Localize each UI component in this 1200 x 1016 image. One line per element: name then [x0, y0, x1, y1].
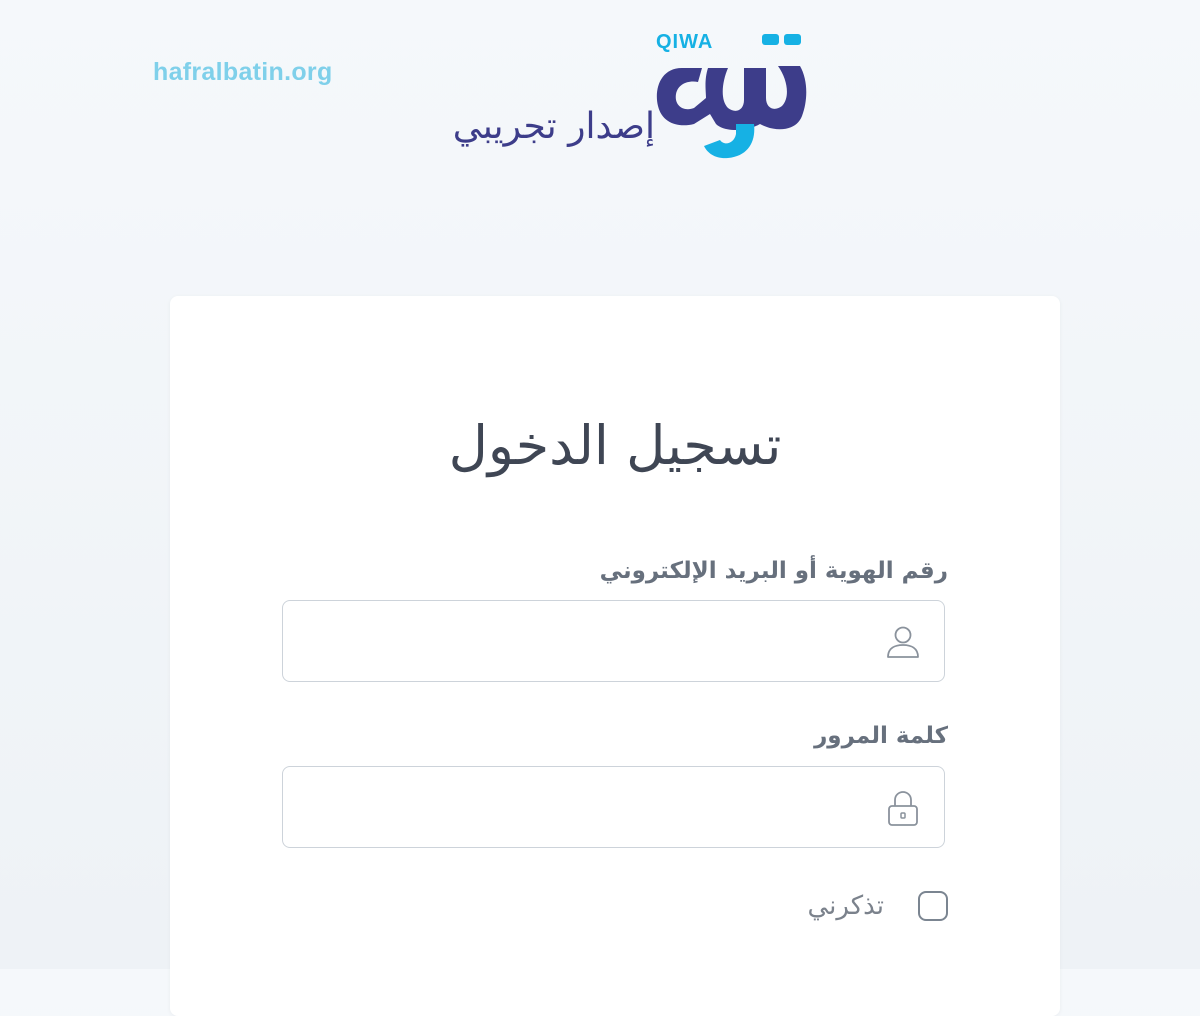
- password-field-label: كلمة المرور: [814, 723, 948, 749]
- remember-me-checkbox[interactable]: [918, 891, 948, 921]
- qiwa-logo: QIWA إصدار تجريبي: [410, 28, 820, 168]
- id-field-label: رقم الهوية أو البريد الإلكتروني: [599, 558, 948, 584]
- logo-subtitle: إصدار تجريبي: [452, 106, 655, 147]
- password-input[interactable]: [301, 767, 865, 849]
- logo-latin-text: QIWA: [656, 31, 714, 53]
- watermark-text: hafralbatin.org: [153, 58, 333, 86]
- password-field-container[interactable]: [282, 766, 945, 849]
- user-icon: [887, 626, 919, 658]
- login-card: تسجيل الدخول رقم الهوية أو البريد الإلكت…: [170, 296, 1060, 1016]
- remember-me-row: تذكرني: [807, 888, 948, 924]
- page-title: تسجيل الدخول: [448, 414, 782, 477]
- lock-icon: [888, 791, 918, 826]
- remember-me-label: تذكرني: [807, 891, 884, 921]
- id-field-container[interactable]: [282, 600, 945, 683]
- id-email-input[interactable]: [301, 601, 865, 683]
